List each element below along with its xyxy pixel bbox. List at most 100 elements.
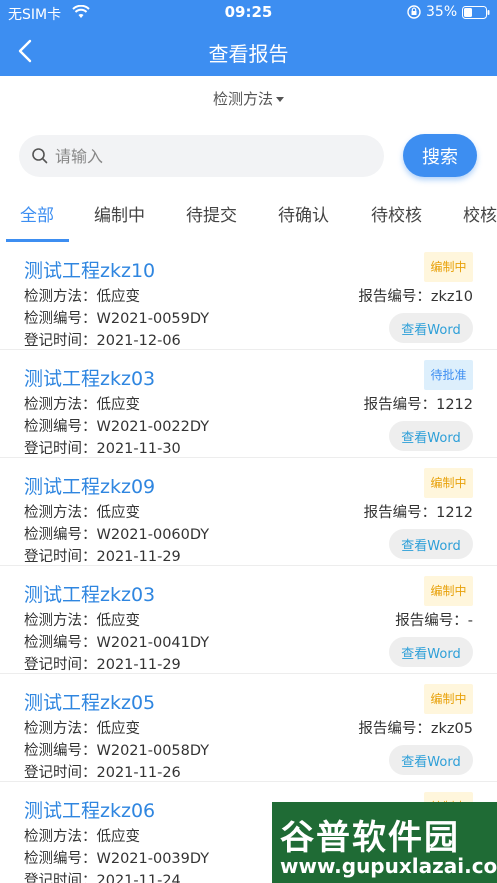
number-label: 检测编号： [24, 527, 97, 543]
view-word-button[interactable]: 查看Word [389, 313, 473, 343]
status-badge: 编制中 [424, 576, 473, 606]
number-value: W2021-0039DY [96, 851, 210, 867]
search-icon [31, 147, 49, 169]
report-card[interactable]: 测试工程zkz03 检测方法：低应变 检测编号：W2021-0041DY 登记时… [0, 566, 497, 674]
report-number-value: zkz05 [430, 721, 473, 737]
number-value: W2021-0058DY [96, 743, 210, 759]
search-input[interactable] [55, 135, 375, 177]
tab-pending-submit[interactable]: 待提交 [186, 201, 237, 226]
date-label: 登记时间： [24, 549, 97, 565]
tab-all[interactable]: 全部 [20, 201, 54, 226]
date-row: 登记时间：2021-11-30 [24, 437, 181, 458]
method-row: 检测方法：低应变 [24, 717, 140, 738]
report-title[interactable]: 测试工程zkz05 [24, 688, 155, 715]
report-title[interactable]: 测试工程zkz06 [24, 796, 155, 823]
number-value: W2021-0059DY [96, 311, 210, 327]
method-filter-dropdown[interactable]: 检测方法 [0, 88, 497, 109]
clock: 09:25 [224, 3, 273, 21]
method-label: 检测方法： [24, 721, 97, 737]
watermark-url: www.gupuxlazai.com [280, 854, 497, 878]
date-value: 2021-11-29 [96, 657, 181, 673]
number-label: 检测编号： [24, 851, 97, 867]
report-number-row: 报告编号：1212 [364, 501, 473, 522]
date-label: 登记时间： [24, 333, 97, 349]
report-number-label: 报告编号： [358, 289, 431, 305]
status-badge: 编制中 [424, 684, 473, 714]
tab-pending-confirm[interactable]: 待确认 [278, 201, 329, 226]
date-label: 登记时间： [24, 873, 97, 883]
tab-editing[interactable]: 编制中 [94, 201, 145, 226]
date-row: 登记时间：2021-11-29 [24, 653, 181, 674]
caret-down-icon [276, 97, 284, 102]
number-row: 检测编号：W2021-0060DY [24, 523, 209, 544]
number-value: W2021-0060DY [96, 527, 210, 543]
status-badge: 待批准 [424, 360, 473, 390]
watermark-brand: 谷普软件园 [280, 818, 460, 858]
report-title[interactable]: 测试工程zkz09 [24, 472, 155, 499]
report-title[interactable]: 测试工程zkz03 [24, 364, 155, 391]
date-value: 2021-11-26 [96, 765, 181, 781]
search-box [19, 135, 384, 177]
date-value: 2021-11-24 [96, 873, 181, 883]
method-label: 检测方法： [24, 829, 97, 845]
report-number-row: 报告编号：zkz05 [358, 717, 473, 738]
battery-percent: 35% [426, 4, 458, 20]
number-label: 检测编号： [24, 743, 97, 759]
status-bar: 无SIM卡 09:25 35% [0, 0, 497, 26]
page-title: 查看报告 [208, 42, 289, 66]
search-button[interactable]: 搜索 [403, 134, 477, 177]
report-number-label: 报告编号： [395, 613, 468, 629]
report-card[interactable]: 测试工程zkz03 检测方法：低应变 检测编号：W2021-0022DY 登记时… [0, 350, 497, 458]
view-word-button[interactable]: 查看Word [389, 421, 473, 451]
number-value: W2021-0022DY [96, 419, 210, 435]
method-value: 低应变 [96, 721, 141, 737]
number-label: 检测编号： [24, 419, 97, 435]
date-row: 登记时间：2021-11-26 [24, 761, 181, 782]
number-label: 检测编号： [24, 311, 97, 327]
method-filter-label: 检测方法 [212, 90, 273, 108]
method-label: 检测方法： [24, 505, 97, 521]
report-number-value: 1212 [436, 397, 473, 413]
orientation-lock-icon [407, 5, 421, 23]
number-row: 检测编号：W2021-0059DY [24, 307, 209, 328]
number-row: 检测编号：W2021-0041DY [24, 631, 209, 652]
battery-icon [462, 6, 490, 23]
report-number-label: 报告编号： [363, 505, 437, 521]
number-label: 检测编号： [24, 635, 97, 651]
report-number-label: 报告编号： [363, 397, 437, 413]
method-row: 检测方法：低应变 [24, 609, 140, 630]
method-label: 检测方法： [24, 397, 97, 413]
method-value: 低应变 [96, 397, 141, 413]
date-value: 2021-12-06 [96, 333, 181, 349]
method-label: 检测方法： [24, 613, 97, 629]
report-card[interactable]: 测试工程zkz09 检测方法：低应变 检测编号：W2021-0060DY 登记时… [0, 458, 497, 566]
date-label: 登记时间： [24, 441, 97, 457]
number-row: 检测编号：W2021-0039DY [24, 847, 209, 868]
method-label: 检测方法： [24, 289, 97, 305]
report-title[interactable]: 测试工程zkz03 [24, 580, 155, 607]
method-row: 检测方法：低应变 [24, 825, 140, 846]
report-title[interactable]: 测试工程zkz10 [24, 256, 155, 283]
status-badge: 编制中 [424, 252, 473, 282]
method-row: 检测方法：低应变 [24, 393, 140, 414]
top-bar: 无SIM卡 09:25 35% 查看报告 [0, 0, 497, 76]
status-badge: 编制中 [424, 468, 473, 498]
report-number-row: 报告编号：- [395, 609, 473, 630]
tab-pending-check[interactable]: 待校核 [371, 201, 422, 226]
view-word-button[interactable]: 查看Word [389, 637, 473, 667]
view-word-button[interactable]: 查看Word [389, 745, 473, 775]
report-number-value: zkz10 [430, 289, 473, 305]
date-row: 登记时间：2021-11-29 [24, 545, 181, 566]
view-word-button[interactable]: 查看Word [389, 529, 473, 559]
status-tabs: 全部 编制中 待提交 待确认 待校核 校核 [0, 193, 497, 243]
report-card[interactable]: 测试工程zkz05 检测方法：低应变 检测编号：W2021-0058DY 登记时… [0, 674, 497, 782]
number-value: W2021-0041DY [96, 635, 210, 651]
report-number-value: - [467, 613, 473, 629]
date-row: 登记时间：2021-12-06 [24, 329, 181, 350]
number-row: 检测编号：W2021-0022DY [24, 415, 209, 436]
number-row: 检测编号：W2021-0058DY [24, 739, 209, 760]
report-card[interactable]: 测试工程zkz10 检测方法：低应变 检测编号：W2021-0059DY 登记时… [0, 242, 497, 350]
date-value: 2021-11-30 [96, 441, 181, 457]
method-row: 检测方法：低应变 [24, 285, 140, 306]
tab-check[interactable]: 校核 [463, 201, 497, 226]
